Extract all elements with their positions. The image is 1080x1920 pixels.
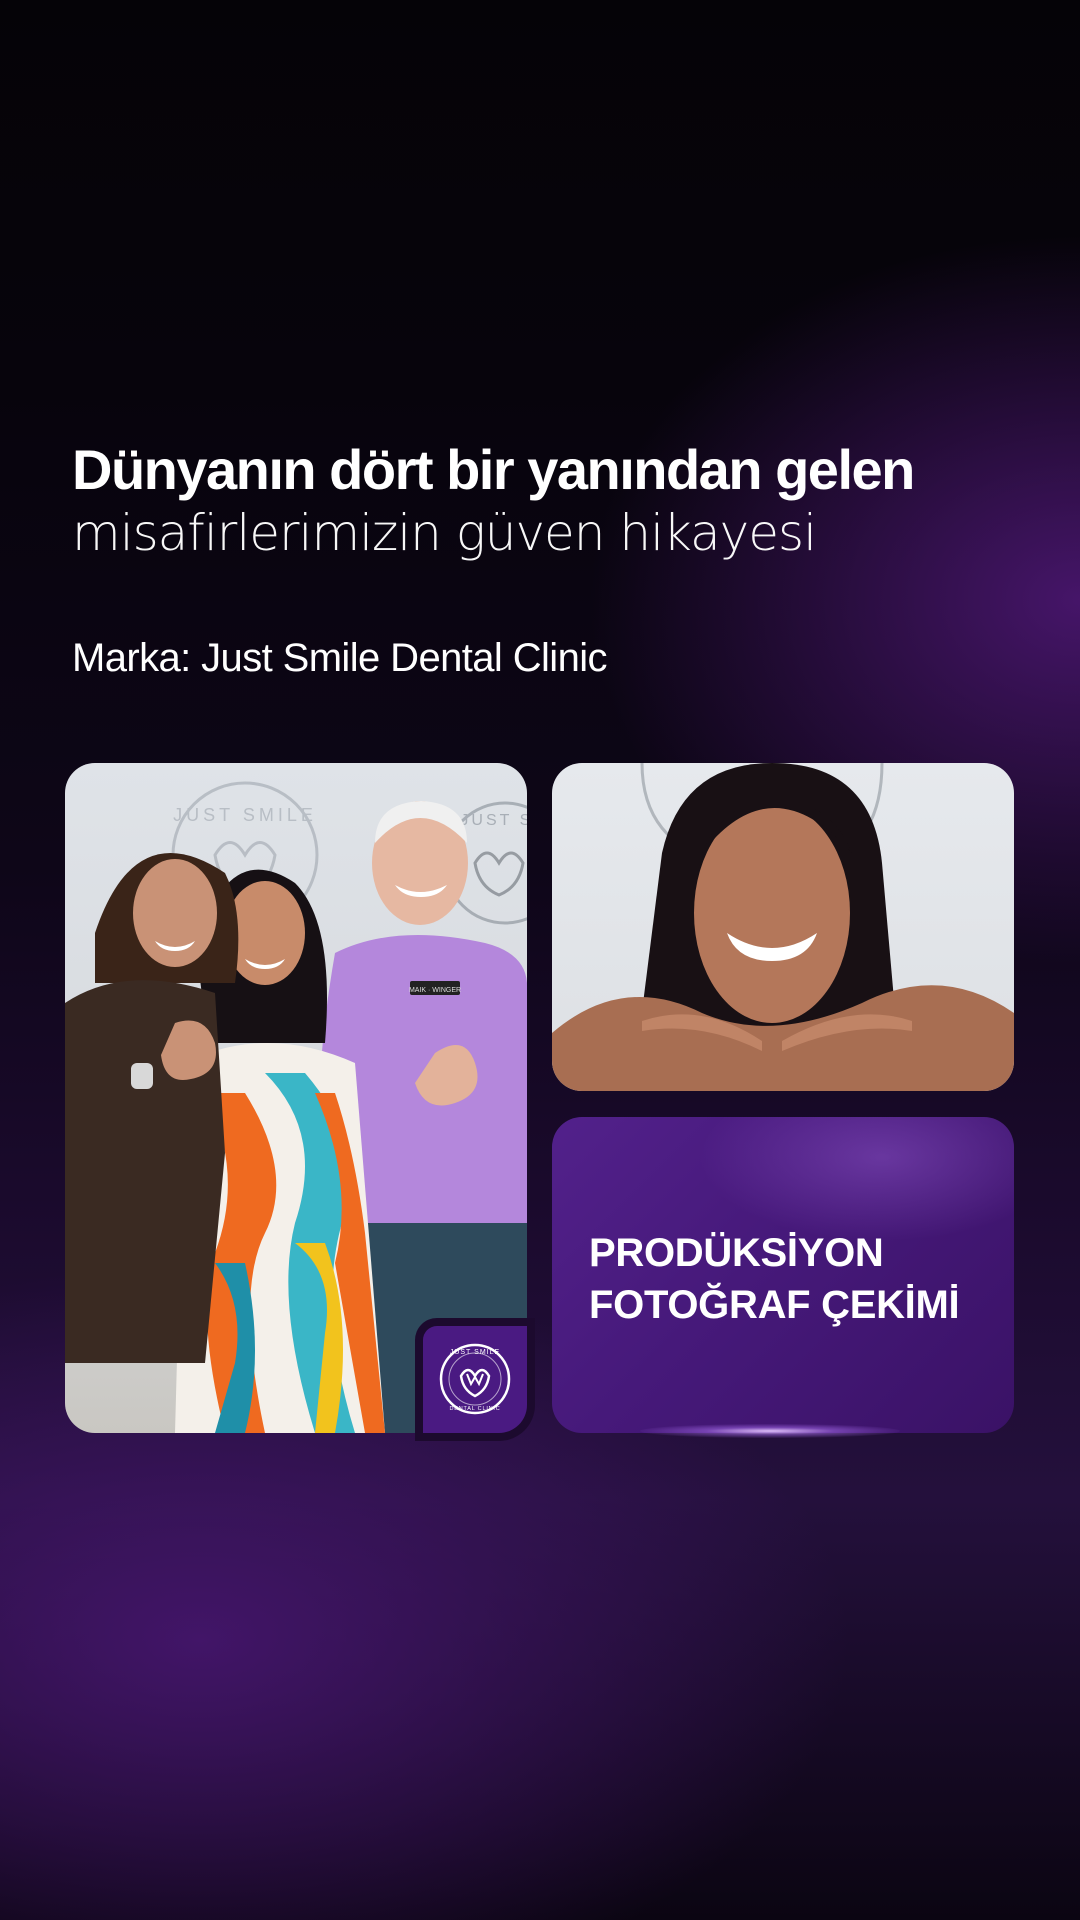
tooth-icon: [459, 1368, 491, 1398]
wall-logo-text-2: JUST SM: [460, 812, 527, 829]
promo-card: PRODÜKSİYON FOTOĞRAF ÇEKİMİ: [552, 1117, 1014, 1433]
headline: Dünyanın dört bir yanından gelen misafir…: [72, 438, 1032, 565]
promo-glow: [640, 1424, 900, 1438]
promo-line-2: FOTOĞRAF ÇEKİMİ: [589, 1283, 960, 1327]
promo-title: PRODÜKSİYON FOTOĞRAF ÇEKİMİ: [589, 1227, 960, 1331]
logo-top-text: JUST SMILE: [450, 1349, 500, 1356]
logo-bottom-text: DENTAL CLINIC: [449, 1406, 500, 1412]
wall-logo-text-1: JUST SMILE: [173, 805, 317, 825]
shirt-badge-text: MAIK · WINGER: [409, 987, 461, 994]
portrait-photo-illustration: [552, 763, 1014, 1091]
brand-label: Marka: Just Smile Dental Clinic: [72, 636, 608, 680]
clinic-logo-badge: JUST SMILE DENTAL CLINIC: [423, 1326, 527, 1433]
portrait-photo: [552, 763, 1014, 1091]
headline-line-1: Dünyanın dört bir yanından gelen: [72, 438, 915, 501]
headline-line-2: misafirlerimizin güven hikayesi: [72, 504, 817, 563]
promo-line-1: PRODÜKSİYON: [589, 1231, 884, 1275]
